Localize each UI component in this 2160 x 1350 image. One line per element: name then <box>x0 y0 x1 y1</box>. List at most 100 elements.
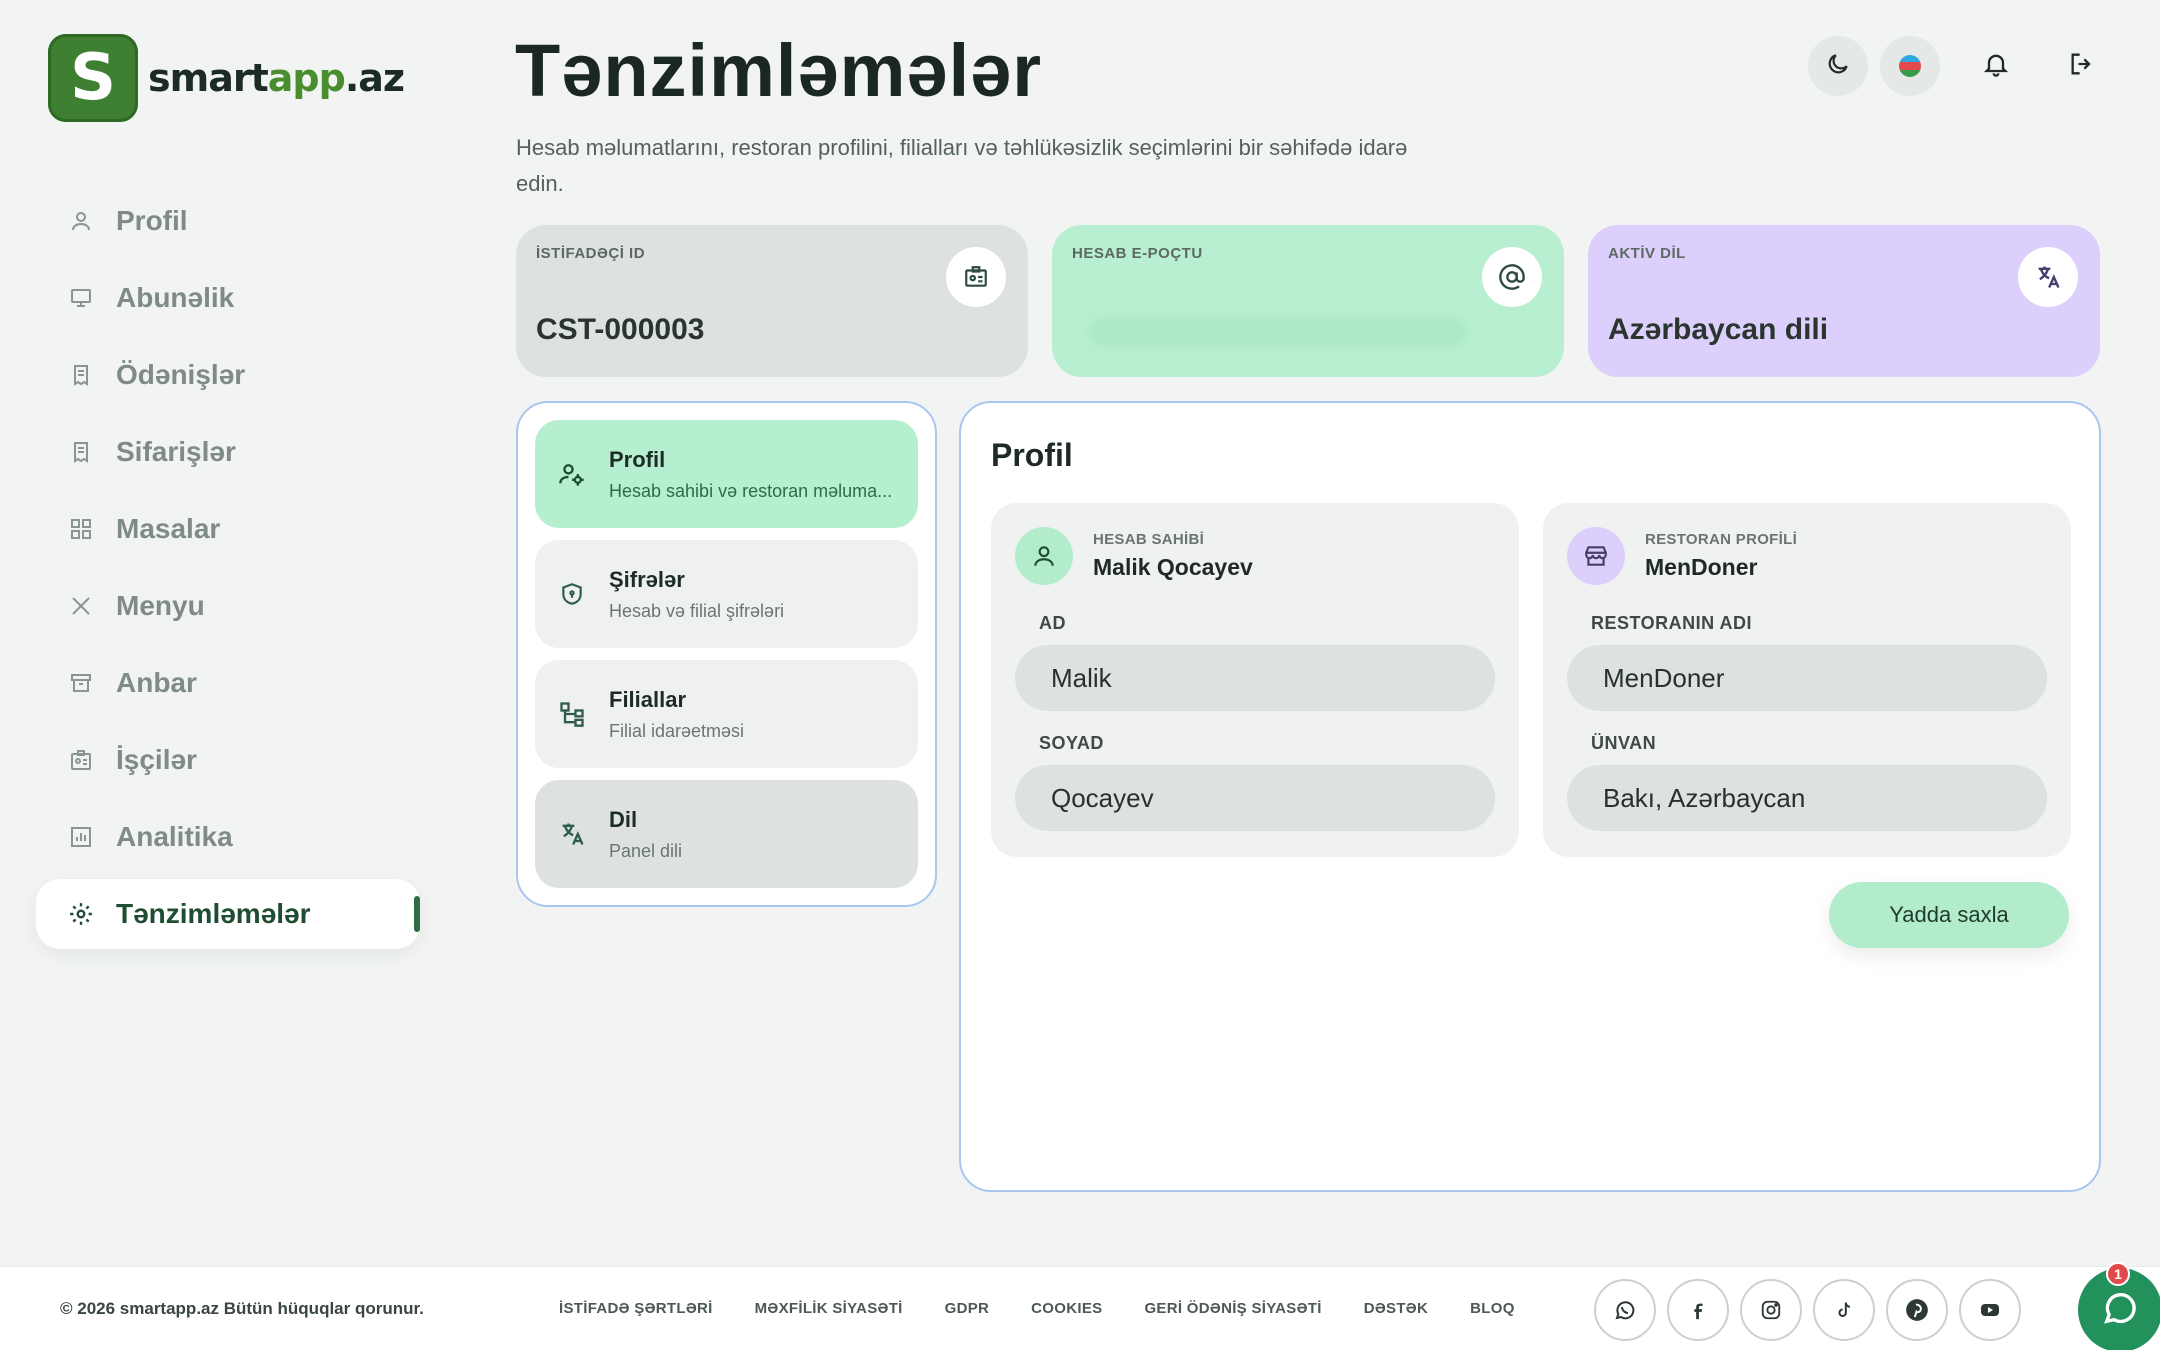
user-gear-icon <box>557 459 587 489</box>
chat-badge: 1 <box>2106 1262 2130 1286</box>
page-title: Tənzimləmələr <box>515 29 1043 112</box>
owner-header: HESAB SAHİBİ Malik Qocayev <box>1015 527 1253 585</box>
settings-tabs: Profil Hesab sahibi və restoran məluma..… <box>516 401 937 907</box>
tab-filiallar[interactable]: Filiallar Filial idarəetməsi <box>535 660 918 768</box>
footer-links: İSTİFADƏ ŞƏRTLƏRİ MƏXFİLİK SİYASƏTİ GDPR… <box>559 1300 1557 1317</box>
sidebar-item-isciler[interactable]: İşçilər <box>36 725 420 795</box>
store-icon <box>1567 527 1625 585</box>
restaurant-caption: RESTORAN PROFİLİ <box>1645 531 1798 548</box>
footer-link-terms[interactable]: İSTİFADƏ ŞƏRTLƏRİ <box>559 1300 713 1317</box>
logout-icon <box>2068 50 2096 83</box>
tab-subtitle: Hesab sahibi və restoran məluma... <box>609 480 893 501</box>
branches-icon <box>557 699 587 729</box>
restaurant-name-field[interactable]: MenDoner <box>1567 645 2047 711</box>
stat-label: İSTİFADƏÇİ ID <box>536 245 646 262</box>
notifications-button[interactable] <box>1966 36 2026 96</box>
logout-button[interactable] <box>2052 36 2112 96</box>
footer-link-cookies[interactable]: COOKIES <box>1031 1300 1102 1317</box>
sidebar-item-label: Profil <box>116 205 188 236</box>
tab-subtitle: Hesab və filial şifrələri <box>609 600 785 621</box>
logo-text: smartapp.az <box>148 56 405 100</box>
tab-profil[interactable]: Profil Hesab sahibi və restoran məluma..… <box>535 420 918 528</box>
owner-card: HESAB SAHİBİ Malik Qocayev AD Malik SOYA… <box>991 503 1519 857</box>
gear-icon <box>68 901 94 927</box>
restaurant-name-label: RESTORANIN ADI <box>1591 613 1753 633</box>
tiktok-icon[interactable] <box>1813 1279 1875 1341</box>
restaurant-card: RESTORAN PROFİLİ MenDoner RESTORANIN ADI… <box>1543 503 2071 857</box>
facebook-icon[interactable] <box>1667 1279 1729 1341</box>
whatsapp-icon[interactable] <box>1594 1279 1656 1341</box>
at-icon <box>1482 247 1542 307</box>
last-name-field[interactable]: Qocayev <box>1015 765 1495 831</box>
tab-title: Profil <box>609 446 666 472</box>
shield-icon <box>557 579 587 609</box>
language-card: AKTİV DİL Azərbaycan dili <box>1588 225 2100 377</box>
stat-value: CST-000003 <box>536 313 705 346</box>
first-name-label: AD <box>1039 613 1066 633</box>
chat-bubble-icon <box>2100 1288 2140 1333</box>
email-value-redacted <box>1088 317 1468 347</box>
youtube-icon[interactable] <box>1959 1279 2021 1341</box>
panel-title: Profil <box>991 437 1073 473</box>
sidebar-item-profil[interactable]: Profil <box>36 186 420 256</box>
footer-link-refund[interactable]: GERİ ÖDƏNİŞ SİYASƏTİ <box>1144 1300 1321 1317</box>
language-flag-button[interactable] <box>1880 36 1940 96</box>
profile-panel: Profil HESAB SAHİBİ Malik Qocayev AD Mal… <box>959 401 2101 1192</box>
stat-value: Azərbaycan dili <box>1608 313 1829 346</box>
sidebar-nav: Profil Abunəlik Ödənişlər Sifarişlər Mas… <box>36 186 420 956</box>
sidebar: S smartapp.az Profil Abunəlik Ödənişlər … <box>0 0 450 1266</box>
sidebar-item-label: Anbar <box>116 667 197 698</box>
sidebar-item-label: Tənzimləmələr <box>116 898 311 929</box>
tab-subtitle: Panel dili <box>609 840 683 861</box>
id-badge-icon <box>68 747 94 773</box>
restaurant-name: MenDoner <box>1645 554 1758 580</box>
copyright: © 2026 smartapp.az Bütün hüquqlar qorunu… <box>60 1299 424 1318</box>
orders-icon <box>68 439 94 465</box>
sidebar-item-menyu[interactable]: Menyu <box>36 571 420 641</box>
email-card: HESAB E-POÇTU <box>1052 225 1564 377</box>
id-card-icon <box>946 247 1006 307</box>
sidebar-item-abunelik[interactable]: Abunəlik <box>36 263 420 333</box>
logo-mark: S <box>48 34 138 122</box>
azerbaijan-flag-icon <box>1899 55 1921 77</box>
tab-title: Şifrələr <box>609 566 685 592</box>
archive-icon <box>68 670 94 696</box>
sidebar-item-anbar[interactable]: Anbar <box>36 648 420 718</box>
sidebar-item-analitika[interactable]: Analitika <box>36 802 420 872</box>
owner-name: Malik Qocayev <box>1093 554 1253 580</box>
owner-caption: HESAB SAHİBİ <box>1093 531 1205 548</box>
save-button[interactable]: Yadda saxla <box>1829 882 2069 948</box>
footer-link-blog[interactable]: BLOQ <box>1470 1300 1515 1317</box>
sidebar-item-label: Ödənişlər <box>116 359 246 390</box>
tab-dil[interactable]: Dil Panel dili <box>535 780 918 888</box>
sidebar-item-sifarisler[interactable]: Sifarişlər <box>36 417 420 487</box>
sidebar-item-label: Analitika <box>116 821 233 852</box>
moon-icon <box>1825 51 1851 82</box>
stat-cards: İSTİFADƏÇİ ID CST-000003 HESAB E-POÇTU A… <box>516 225 2100 377</box>
address-field[interactable]: Bakı, Azərbaycan <box>1567 765 2047 831</box>
pinterest-icon[interactable] <box>1886 1279 1948 1341</box>
theme-toggle-button[interactable] <box>1808 36 1868 96</box>
footer-link-gdpr[interactable]: GDPR <box>945 1300 990 1317</box>
sidebar-item-label: Sifarişlər <box>116 436 236 467</box>
tab-sifreler[interactable]: Şifrələr Hesab və filial şifrələri <box>535 540 918 648</box>
user-id-card: İSTİFADƏÇİ ID CST-000003 <box>516 225 1028 377</box>
sidebar-item-label: Abunəlik <box>116 282 235 313</box>
logo[interactable]: S smartapp.az <box>48 34 405 122</box>
sidebar-item-label: İşçilər <box>116 744 197 775</box>
first-name-field[interactable]: Malik <box>1015 645 1495 711</box>
utensils-icon <box>68 593 94 619</box>
instagram-icon[interactable] <box>1740 1279 1802 1341</box>
sidebar-item-label: Masalar <box>116 513 221 544</box>
sidebar-item-tenzimlemeler[interactable]: Tənzimləmələr <box>36 879 420 949</box>
footer: © 2026 smartapp.az Bütün hüquqlar qorunu… <box>0 1266 2160 1350</box>
footer-link-privacy[interactable]: MƏXFİLİK SİYASƏTİ <box>755 1300 903 1317</box>
grid-icon <box>68 516 94 542</box>
tab-title: Filiallar <box>609 686 687 712</box>
receipt-icon <box>68 362 94 388</box>
sidebar-item-odenisler[interactable]: Ödənişlər <box>36 340 420 410</box>
last-name-label: SOYAD <box>1039 733 1104 753</box>
sidebar-item-masalar[interactable]: Masalar <box>36 494 420 564</box>
footer-link-support[interactable]: DƏSTƏK <box>1364 1300 1428 1317</box>
stat-label: HESAB E-POÇTU <box>1072 245 1203 262</box>
